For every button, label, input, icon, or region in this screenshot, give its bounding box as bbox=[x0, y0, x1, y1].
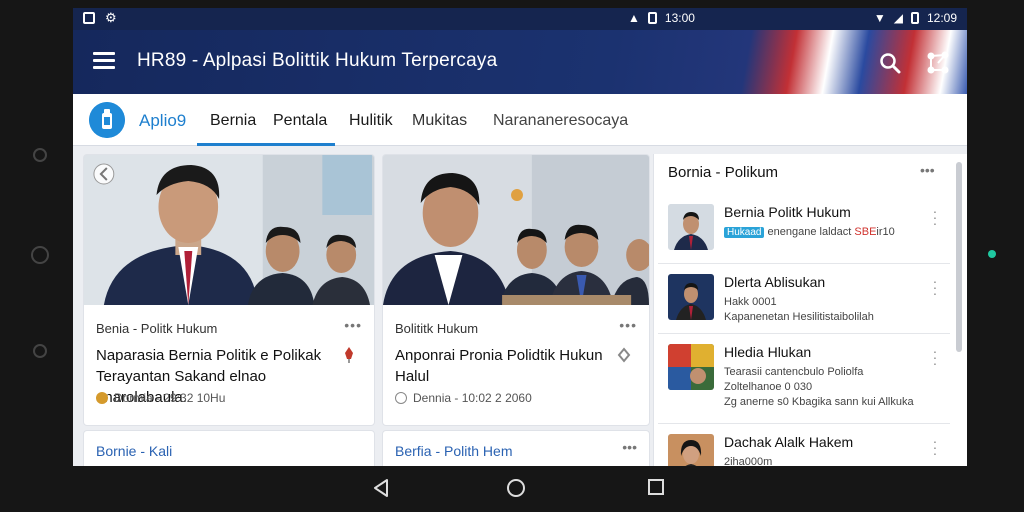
side-sensor bbox=[33, 148, 47, 162]
logo-text[interactable]: Aplio9 bbox=[139, 111, 186, 131]
warning-icon: ▲ bbox=[628, 11, 640, 25]
sim-icon bbox=[647, 12, 657, 24]
thumbnail bbox=[668, 274, 714, 320]
list-item-title: Dachak Alalk Hakem bbox=[724, 434, 854, 450]
tag-badge: Hukaad bbox=[724, 227, 765, 238]
card-meta: Dormia - 29:32 10Hu bbox=[96, 391, 225, 405]
list-item-subtitle: Kapanenetan Hesilitistaibolilah bbox=[724, 311, 874, 323]
home-icon[interactable] bbox=[506, 478, 526, 498]
news-photo bbox=[383, 155, 649, 305]
card-meta: Dennia - 10:02 2 2060 bbox=[395, 391, 532, 405]
tab-narananeresocaya[interactable]: Narananeresocaya bbox=[493, 112, 628, 130]
list-item-subtitle: Zoltelhanoe 0 030 bbox=[724, 381, 813, 393]
scrollbar[interactable] bbox=[956, 162, 962, 352]
search-icon[interactable] bbox=[879, 52, 901, 74]
list-item[interactable]: Hledia Hlukan Tearasii cantencbulo Polio… bbox=[658, 336, 950, 424]
list-item-meta: 2iha000m bbox=[724, 456, 773, 466]
card-category: Bolititk Hukum bbox=[395, 321, 479, 336]
wifi-icon: ▼ bbox=[873, 11, 886, 25]
active-tab-indicator bbox=[197, 143, 335, 146]
app-logo[interactable] bbox=[89, 102, 125, 138]
list-item-meta-end: ir10 bbox=[876, 226, 895, 238]
settings-icon: ⚙ bbox=[105, 10, 117, 25]
navigation-bar bbox=[0, 466, 1024, 512]
list-item-meta: Hukaad enengane laldact SBEir10 bbox=[724, 226, 895, 238]
more-vert-icon[interactable]: · · · bbox=[932, 344, 938, 370]
list-item-title: Bernia Politk Hukum bbox=[724, 204, 851, 220]
list-item[interactable]: Bernia Politk Hukum Hukaad enengane lald… bbox=[658, 196, 950, 264]
list-item[interactable]: Dachak Alalk Hakem 2iha000m · · · bbox=[658, 426, 950, 466]
tab-pentala[interactable]: Pentala bbox=[273, 112, 327, 130]
camera-dot bbox=[988, 250, 996, 258]
pin-icon[interactable] bbox=[342, 347, 356, 363]
status-time-secondary: 13:00 bbox=[664, 11, 695, 25]
more-vert-icon[interactable]: · · · bbox=[932, 274, 938, 300]
more-icon[interactable]: ••• bbox=[622, 439, 637, 455]
list-item[interactable]: Dlerta Ablisukan Hakk 0001 Kapanenetan H… bbox=[658, 266, 950, 334]
recents-icon[interactable] bbox=[647, 478, 665, 496]
menu-icon[interactable] bbox=[93, 52, 115, 70]
status-time: 12:09 bbox=[926, 11, 957, 25]
status-bar: ⚙ ▲ 13:00 ▼ ◢ 12:09 bbox=[73, 8, 967, 30]
image-icon bbox=[83, 12, 95, 24]
more-vert-icon[interactable]: · · · bbox=[932, 204, 938, 230]
tab-hulitik[interactable]: Hulitik bbox=[349, 112, 393, 130]
more-icon[interactable]: ••• bbox=[344, 317, 362, 333]
share-small-icon[interactable] bbox=[617, 347, 631, 363]
tab-bernia[interactable]: Bernia bbox=[210, 112, 256, 130]
source-icon bbox=[96, 392, 108, 404]
thumbnail bbox=[668, 434, 714, 466]
device-frame: ⚙ ▲ 13:00 ▼ ◢ 12:09 HR89 - Aplpasi Bolit… bbox=[0, 0, 1024, 512]
app-title: HR89 - Aplpasi Bolittik Hukum Terpercaya bbox=[137, 50, 498, 71]
more-icon[interactable]: ••• bbox=[619, 317, 637, 333]
news-card[interactable]: Benia - Politk Hukum ••• Naparasia Berni… bbox=[83, 154, 375, 426]
list-item-meta-highlight: SBE bbox=[854, 226, 877, 238]
more-vert-icon[interactable]: · · · bbox=[932, 434, 938, 460]
list-item-meta: Hakk 0001 bbox=[724, 296, 777, 308]
side-panel: Bornia - Polikum ••• Bernia Politk Hukum… bbox=[653, 154, 967, 466]
app-bar: HR89 - Aplpasi Bolittik Hukum Terpercaya bbox=[73, 30, 967, 94]
list-item-description: Zg anerne s0 Kbagika sann kui Allkuka bbox=[724, 396, 914, 408]
tab-mukitas[interactable]: Mukitas bbox=[412, 112, 467, 130]
side-panel-title: Bornia - Polikum bbox=[668, 164, 779, 181]
list-item-meta-text: enengane laldact bbox=[764, 226, 855, 238]
side-button[interactable] bbox=[31, 246, 49, 264]
news-card[interactable]: Berfia - Polith Hem ••• bbox=[382, 430, 650, 466]
card-meta-text: Dormia - 29:32 10Hu bbox=[114, 391, 226, 405]
thumbnail bbox=[668, 344, 714, 390]
card-category: Benia - Politk Hukum bbox=[96, 321, 218, 336]
battery-icon bbox=[910, 12, 919, 24]
news-card[interactable]: Bolititk Hukum ••• Anponrai Pronia Polid… bbox=[382, 154, 650, 426]
back-icon[interactable] bbox=[372, 478, 390, 498]
list-item-meta: Tearasii cantencbulo Poliolfa bbox=[724, 366, 864, 378]
side-sensor bbox=[33, 344, 47, 358]
tab-bar: Aplio9 Bernia Pentala Hulitik Mukitas Na… bbox=[73, 94, 967, 146]
screen: ⚙ ▲ 13:00 ▼ ◢ 12:09 HR89 - Aplpasi Bolit… bbox=[73, 8, 967, 466]
card-meta-text: Dennia - 10:02 2 2060 bbox=[413, 391, 532, 405]
clock-icon bbox=[395, 392, 407, 404]
signal-icon: ◢ bbox=[893, 11, 903, 25]
thumbnail bbox=[668, 204, 714, 250]
list-item-title: Dlerta Ablisukan bbox=[724, 274, 826, 290]
card-category: Bornie - Kali bbox=[96, 443, 173, 459]
card-category: Berfia - Polith Hem bbox=[395, 443, 513, 459]
news-photo bbox=[84, 155, 374, 305]
news-card[interactable]: Bornie - Kali bbox=[83, 430, 375, 466]
list-item-title: Hledia Hlukan bbox=[724, 344, 812, 360]
share-icon[interactable] bbox=[925, 50, 951, 76]
more-icon[interactable]: ••• bbox=[920, 162, 935, 178]
card-headline[interactable]: Anponrai Pronia Polidtik Hukun Halul bbox=[395, 345, 615, 387]
